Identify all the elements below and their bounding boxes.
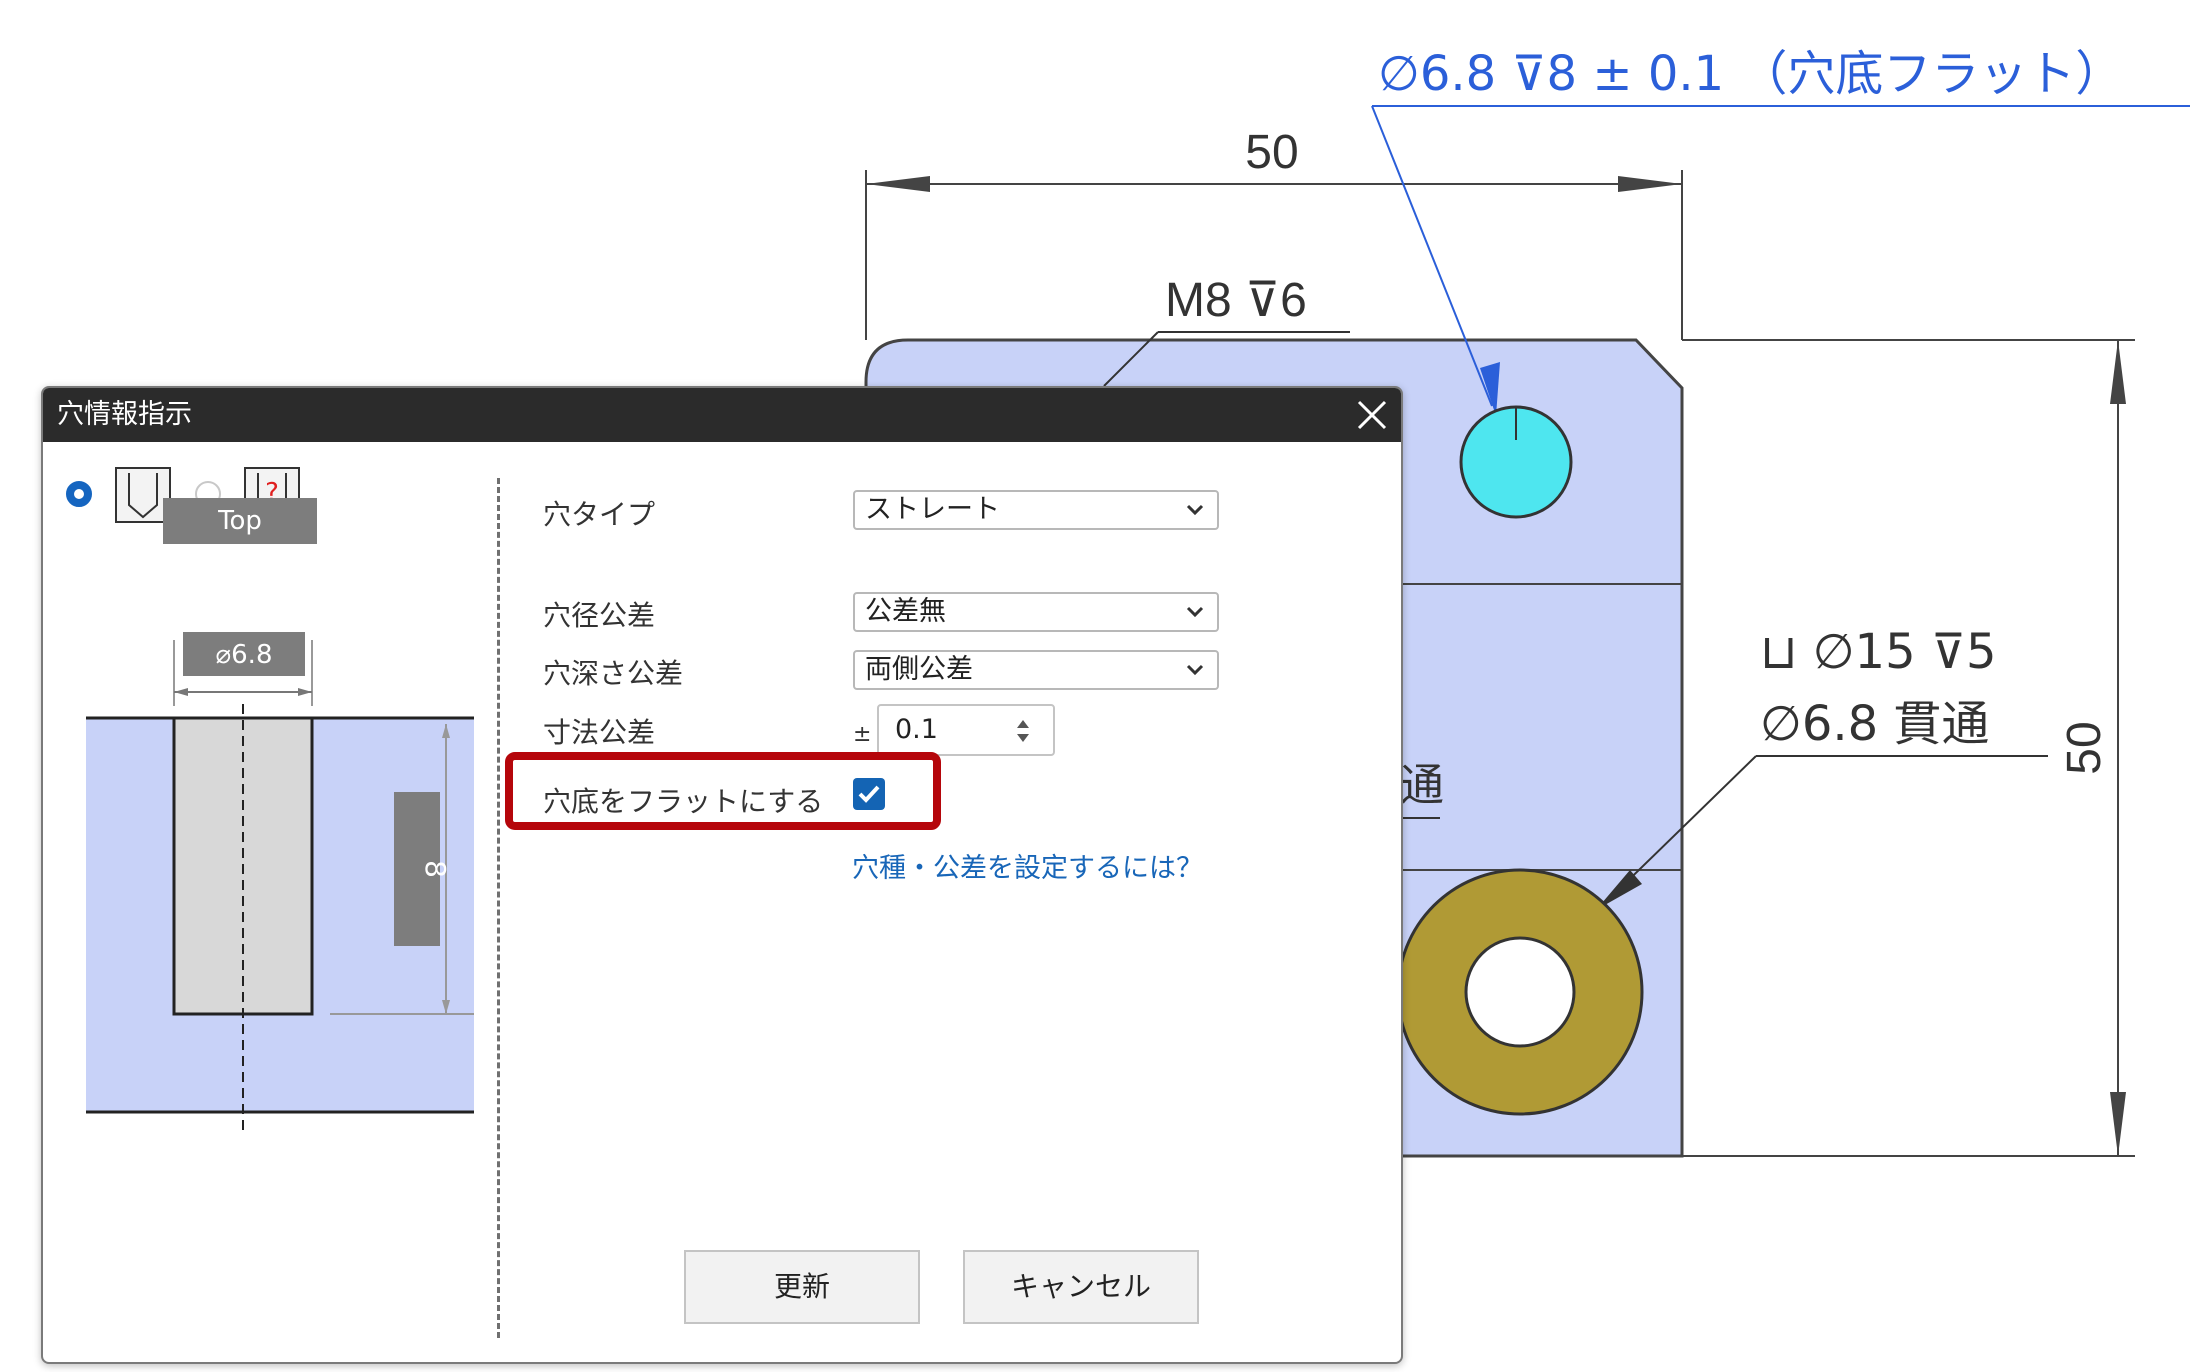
help-link[interactable]: 穴種・公差を設定するには？ [852, 846, 1203, 885]
dimension-arrow [2110, 1092, 2126, 1156]
diameter-tolerance-select[interactable]: 公差無 [853, 592, 1219, 632]
hole-type-label: 穴タイプ [543, 498, 656, 531]
hole-style-radio-straight[interactable] [66, 481, 92, 507]
callout-flat-bottom: ∅6.8 ⊽8 ± 0.1 （穴底フラット） [1378, 46, 2123, 102]
preview-diameter-label: ⌀6.8 [215, 640, 272, 670]
flat-bottom-checkbox[interactable] [853, 778, 885, 810]
depth-tolerance-label: 穴深さ公差 [543, 657, 684, 690]
cancel-button[interactable]: キャンセル [963, 1250, 1199, 1324]
preview-top-label: Top [163, 498, 317, 544]
callout-cbore-line2: ∅6.8 貫通 [1760, 696, 1989, 752]
callout-m8: M8 ⊽6 [1165, 274, 1307, 327]
diameter-tolerance-value: 公差無 [865, 596, 946, 627]
dimension-arrow [866, 176, 930, 192]
hole-type-select[interactable]: ストレート [853, 490, 1219, 530]
through-hole[interactable] [1464, 936, 1576, 1048]
chevron-down-icon [1186, 606, 1204, 618]
update-button[interactable]: 更新 [684, 1250, 920, 1324]
diameter-tolerance-label: 穴径公差 [543, 599, 656, 632]
spinner-icon[interactable] [1015, 718, 1031, 744]
dimension-arrow [2110, 340, 2126, 404]
flat-bottom-label: 穴底をフラットにする [543, 785, 824, 818]
dialog-title: 穴情報指示 [57, 399, 192, 430]
dim-right-text: 50 [2058, 721, 2111, 774]
callout-cbore-line1: ⊔ ∅15 ⊽5 [1760, 624, 1997, 680]
dimension-tolerance-label: 寸法公差 [543, 716, 656, 749]
check-icon [858, 785, 880, 803]
depth-tolerance-select[interactable]: 両側公差 [853, 650, 1219, 690]
dim-top-text: 50 [1245, 126, 1298, 179]
depth-tolerance-value: 両側公差 [865, 654, 973, 685]
dimension-tolerance-input[interactable]: 0.1 [877, 704, 1055, 756]
partial-callout-text: 通 [1400, 760, 1444, 811]
preview-depth-label: 8 [419, 860, 452, 878]
pane-divider [497, 478, 500, 1338]
close-icon[interactable] [1349, 392, 1395, 438]
chevron-down-icon [1186, 504, 1204, 516]
dimension-arrow [1618, 176, 1682, 192]
plus-minus-sign: ± [853, 722, 872, 747]
hole-section-preview: ⌀6.8 8 [86, 632, 474, 1130]
hole-type-value: ストレート [865, 494, 1000, 525]
dialog-titlebar[interactable]: 穴情報指示 [43, 388, 1401, 442]
dimension-tolerance-value: 0.1 [895, 714, 938, 745]
chevron-down-icon [1186, 664, 1204, 676]
